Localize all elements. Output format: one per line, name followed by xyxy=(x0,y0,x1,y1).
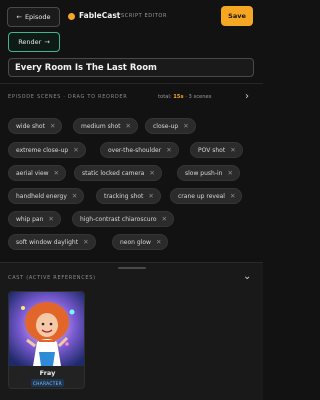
back-to-episode-button[interactable]: ← Episode xyxy=(7,7,60,27)
scene-count: · 3 scenes xyxy=(185,94,212,100)
cast-section-label: CAST (ACTIVE REFERENCES) xyxy=(8,275,96,281)
remove-icon[interactable]: ✕ xyxy=(54,169,59,177)
tag-chip[interactable]: soft window daylight ✕ xyxy=(8,234,96,250)
remove-icon[interactable]: ✕ xyxy=(72,192,77,200)
tag-chip[interactable]: handheld energy ✕ xyxy=(8,188,85,204)
tag-label: wide shot xyxy=(16,122,45,130)
tag-label: static locked camera xyxy=(82,169,145,177)
tag-chip[interactable]: over-the-shoulder ✕ xyxy=(100,142,179,158)
brand-logo-icon xyxy=(68,13,75,20)
back-button-label: Episode xyxy=(24,13,51,21)
tag-label: soft window daylight xyxy=(16,238,79,246)
tag-label: close-up xyxy=(153,122,179,130)
remove-icon[interactable]: ✕ xyxy=(83,238,88,246)
tag-chip[interactable]: medium shot ✕ xyxy=(73,118,138,134)
chevron-right-icon[interactable]: › xyxy=(245,91,249,102)
render-button[interactable]: Render → xyxy=(8,32,60,52)
brand-name: FableCast xyxy=(79,11,121,20)
tag-label: over-the-shoulder xyxy=(108,146,162,154)
character-badge: CHARACTER xyxy=(31,379,64,387)
scenes-total: total: 15s · 3 scenes xyxy=(158,94,211,100)
render-button-label: Render xyxy=(18,38,42,46)
tag-chip[interactable]: slow push-in ✕ xyxy=(177,165,240,181)
remove-icon[interactable]: ✕ xyxy=(149,169,154,177)
tag-chip[interactable]: static locked camera ✕ xyxy=(74,165,162,181)
remove-icon[interactable]: ✕ xyxy=(230,192,235,200)
tag-chip[interactable]: POV shot ✕ xyxy=(190,142,243,158)
character-portrait xyxy=(9,292,84,366)
tag-label: crane up reveal xyxy=(178,192,225,200)
tag-chip[interactable]: tracking shot ✕ xyxy=(96,188,161,204)
cast-panel: CAST (ACTIVE REFERENCES) ⌄ Fray CHARACTE… xyxy=(0,262,263,400)
episode-title-input[interactable]: Every Room Is The Last Room xyxy=(8,58,254,77)
tag-chip[interactable]: whip pan ✕ xyxy=(8,211,61,227)
tag-label: medium shot xyxy=(81,122,121,130)
tag-label: extreme close-up xyxy=(16,146,69,154)
tag-chip[interactable]: crane up reveal ✕ xyxy=(170,188,243,204)
tag-label: tracking shot xyxy=(104,192,144,200)
top-bar: ← Episode FableCast SCRIPT EDITOR Save R… xyxy=(0,0,263,58)
tag-label: slow push-in xyxy=(185,169,223,177)
scenes-section-label: EPISODE SCENES · DRAG TO REORDER xyxy=(8,94,128,100)
divider xyxy=(0,83,263,84)
remove-icon[interactable]: ✕ xyxy=(227,169,232,177)
arrow-left-icon: ← xyxy=(16,13,22,21)
tag-label: POV shot xyxy=(198,146,226,154)
save-button[interactable]: Save xyxy=(221,6,253,26)
cast-card[interactable]: Fray CHARACTER xyxy=(8,291,85,389)
tag-label: aerial view xyxy=(16,169,49,177)
remove-icon[interactable]: ✕ xyxy=(183,122,188,130)
drag-handle[interactable] xyxy=(118,267,146,269)
remove-icon[interactable]: ✕ xyxy=(230,146,235,154)
remove-icon[interactable]: ✕ xyxy=(126,122,131,130)
remove-icon[interactable]: ✕ xyxy=(148,192,153,200)
page-subtitle: SCRIPT EDITOR xyxy=(121,13,168,19)
tag-chip[interactable]: neon glow ✕ xyxy=(112,234,169,250)
tag-chip[interactable]: extreme close-up ✕ xyxy=(8,142,86,158)
tag-chip[interactable]: aerial view ✕ xyxy=(8,165,67,181)
remove-icon[interactable]: ✕ xyxy=(162,215,167,223)
remove-icon[interactable]: ✕ xyxy=(50,122,55,130)
shot-tag-list: wide shot ✕ medium shot ✕ close-up ✕ extrem… xyxy=(8,118,258,258)
tag-label: handheld energy xyxy=(16,192,67,200)
chevron-down-icon[interactable]: ⌄ xyxy=(243,271,251,282)
total-prefix: total: xyxy=(158,94,172,100)
tag-chip[interactable]: wide shot ✕ xyxy=(8,118,63,134)
remove-icon[interactable]: ✕ xyxy=(166,146,171,154)
remove-icon[interactable]: ✕ xyxy=(156,238,161,246)
tag-label: high-contrast chiaroscuro xyxy=(80,215,157,223)
tag-label: neon glow xyxy=(120,238,151,246)
tag-chip[interactable]: close-up ✕ xyxy=(145,118,196,134)
remove-icon[interactable]: ✕ xyxy=(48,215,53,223)
remove-icon[interactable]: ✕ xyxy=(73,146,78,154)
character-name: Fray xyxy=(39,369,56,377)
tag-label: whip pan xyxy=(16,215,44,223)
total-duration: 15s xyxy=(173,94,184,100)
arrow-right-icon: → xyxy=(44,38,50,46)
tag-chip[interactable]: high-contrast chiaroscuro ✕ xyxy=(72,211,175,227)
